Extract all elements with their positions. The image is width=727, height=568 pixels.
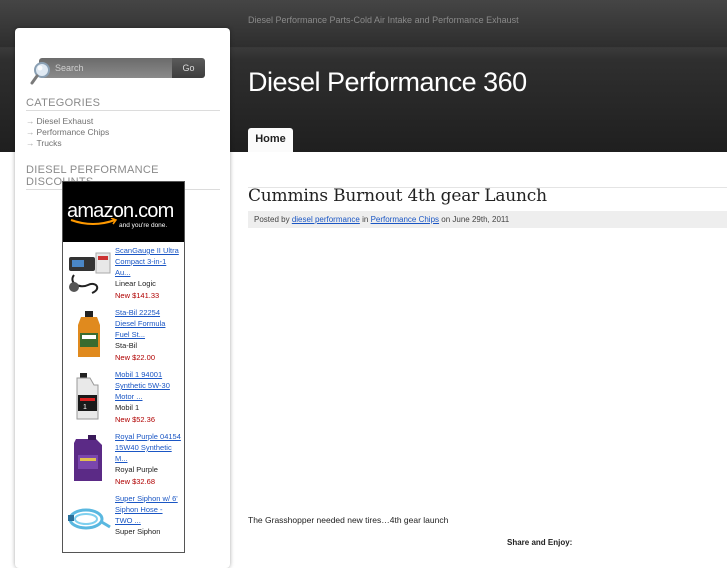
product-item: 1 Mobil 1 94001 Synthetic 5W-30 Motor ..… xyxy=(63,369,184,431)
search-input[interactable] xyxy=(55,58,173,78)
amazon-tagline: and you're done. xyxy=(119,222,168,229)
post-title[interactable]: Cummins Burnout 4th gear Launch xyxy=(248,186,547,206)
search-icon xyxy=(30,62,50,85)
scangauge-icon[interactable] xyxy=(66,249,112,297)
product-title-link[interactable]: ScanGauge II Ultra Compact 3-in-1 Au... xyxy=(115,245,181,278)
product-brand: Royal Purple xyxy=(115,465,158,474)
product-brand: Sta-Bil xyxy=(115,341,138,350)
amazon-smile-icon xyxy=(70,218,118,225)
arrow-right-icon: → xyxy=(26,138,35,148)
categories-title: CATEGORIES xyxy=(26,97,220,111)
site-title[interactable]: Diesel Performance 360 xyxy=(248,67,527,98)
post-author-link[interactable]: diesel performance xyxy=(292,215,360,224)
svg-text:1: 1 xyxy=(83,404,87,411)
product-item: Royal Purple 04154 15W40 Synthetic M... … xyxy=(63,431,184,493)
product-title-link[interactable]: Sta-Bil 22254 Diesel Formula Fuel St... xyxy=(115,307,181,340)
product-brand: Super Siphon xyxy=(115,527,161,536)
category-label[interactable]: Performance Chips xyxy=(37,127,110,137)
category-item-performance-chips[interactable]: → Performance Chips xyxy=(26,127,109,137)
product-item: Sta-Bil 22254 Diesel Formula Fuel St... … xyxy=(63,307,184,369)
product-title-link[interactable]: Royal Purple 04154 15W40 Synthetic M... xyxy=(115,431,181,464)
product-title-link[interactable]: Super Siphon w/ 6' Siphon Hose - TWO ... xyxy=(115,493,181,526)
post-category-link[interactable]: Performance Chips xyxy=(371,215,439,224)
category-label[interactable]: Trucks xyxy=(37,138,62,148)
share-label: Share and Enjoy: xyxy=(507,538,573,547)
search-box xyxy=(39,58,176,78)
product-item: Super Siphon w/ 6' Siphon Hose - TWO ...… xyxy=(63,493,184,555)
post-meta-posted-by: Posted by xyxy=(254,215,290,224)
product-price: New $22.00 xyxy=(115,353,156,362)
product-price: New $141.33 xyxy=(115,291,160,300)
category-label[interactable]: Diesel Exhaust xyxy=(37,116,94,126)
post-meta: Posted by diesel performance in Performa… xyxy=(248,211,727,228)
mobil-bottle-icon[interactable]: 1 xyxy=(66,373,112,421)
post-meta-in: in xyxy=(362,215,369,224)
product-brand: Mobil 1 xyxy=(115,403,140,412)
product-title-link[interactable]: Mobil 1 94001 Synthetic 5W-30 Motor ... xyxy=(115,369,181,402)
category-item-diesel-exhaust[interactable]: → Diesel Exhaust xyxy=(26,116,93,126)
siphon-hose-icon[interactable] xyxy=(66,497,112,545)
nav-tab-home[interactable]: Home xyxy=(248,128,293,152)
royal-purple-jug-icon[interactable] xyxy=(66,435,112,483)
site-tagline: Diesel Performance Parts-Cold Air Intake… xyxy=(248,15,519,25)
amazon-widget: amazon.com and you're done. ScanGauge II… xyxy=(62,181,185,553)
arrow-right-icon: → xyxy=(26,116,35,126)
product-price: New $52.36 xyxy=(115,415,156,424)
stabil-bottle-icon[interactable] xyxy=(66,311,112,359)
post-video-area[interactable] xyxy=(248,236,727,506)
product-item: ScanGauge II Ultra Compact 3-in-1 Au... … xyxy=(63,245,184,307)
arrow-right-icon: → xyxy=(26,127,35,137)
category-item-trucks[interactable]: → Trucks xyxy=(26,138,62,148)
amazon-header[interactable]: amazon.com and you're done. xyxy=(63,182,184,242)
post-date: on June 29th, 2011 xyxy=(441,215,510,224)
product-price: New $32.68 xyxy=(115,477,156,486)
post-body-text: The Grasshopper needed new tires…4th gea… xyxy=(248,515,449,525)
product-brand: Linear Logic xyxy=(115,279,156,288)
search-go-button[interactable]: Go xyxy=(172,58,205,78)
